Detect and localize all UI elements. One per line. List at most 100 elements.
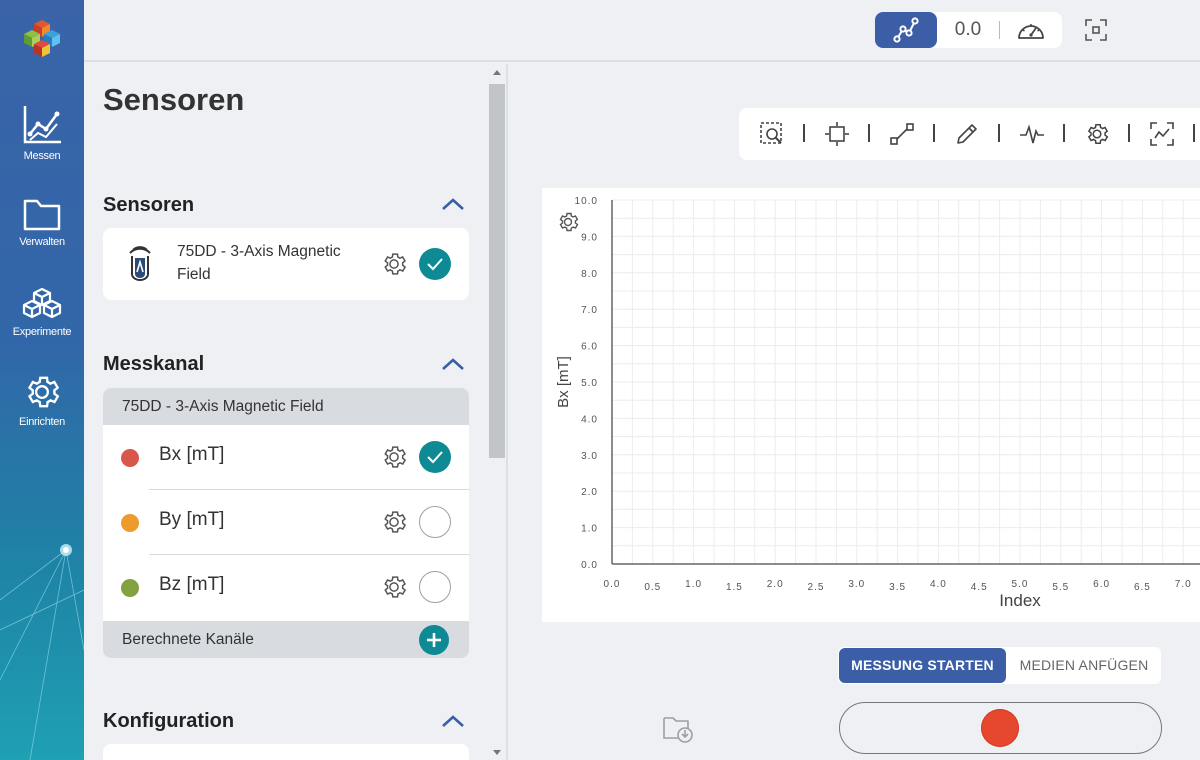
separator [1128, 124, 1130, 142]
separator [1193, 124, 1195, 142]
check-icon [427, 258, 443, 271]
x-tick-label: 0.0 [604, 579, 621, 590]
separator [868, 124, 870, 142]
y-tick-label: 3.0 [581, 451, 598, 462]
fullscreen-icon[interactable] [1084, 18, 1108, 42]
y-tick-label: 5.0 [581, 378, 598, 389]
y-tick-label: 7.0 [581, 305, 598, 316]
signal-analysis-icon[interactable] [1019, 121, 1045, 147]
chart: 0.0 1.0 2.0 3.0 4.0 5.0 6.0 7.0 8.0 9.0 10.0 0.0 0.… [555, 196, 1200, 610]
channel-group-header: 75DD - 3-Axis Magnetic Field [103, 388, 469, 425]
sensor-settings-icon[interactable] [380, 250, 408, 278]
channel-name: By [mT] [159, 509, 225, 530]
sensor-card[interactable]: 75DD - 3-Axis Magnetic Field [103, 228, 469, 300]
gear-icon [27, 376, 60, 408]
channel-row-bx[interactable]: Bx [mT] [103, 425, 469, 490]
chevron-up-icon[interactable] [440, 196, 466, 212]
computed-channels-label: Berechnete Kanäle [122, 631, 254, 648]
chart-toolbar [739, 108, 1200, 160]
x-tick-label: 3.5 [889, 582, 906, 593]
graph-mode-button[interactable] [875, 12, 937, 48]
chart-settings-icon[interactable] [1084, 121, 1110, 147]
x-tick-label: 2.5 [808, 582, 825, 593]
meter-mode-button[interactable] [1000, 12, 1062, 48]
x-tick-label: 7.0 [1175, 579, 1192, 590]
channel-row-bz[interactable]: Bz [mT] [103, 555, 469, 620]
zoom-region-icon[interactable] [759, 121, 785, 147]
chart-area[interactable]: 0.0 1.0 2.0 3.0 4.0 5.0 6.0 7.0 8.0 9.0 10.0 0.0 0.… [542, 188, 1200, 622]
section-title-sensoren: Sensoren [103, 194, 195, 216]
channel-name: Bz [mT] [159, 574, 225, 595]
scroll-thumb[interactable] [489, 84, 505, 458]
check-icon [427, 451, 443, 464]
x-tick-label: 3.0 [848, 579, 865, 590]
y-tick-label: 9.0 [581, 232, 598, 243]
y-tick-label: 0.0 [581, 560, 598, 571]
channel-color-dot [121, 514, 139, 532]
channel-row-by[interactable]: By [mT] [103, 490, 469, 555]
sensor-panel: Sensoren Sensoren 75DD - 3-Axis Magnetic… [84, 64, 508, 760]
x-tick-label: 0.5 [644, 582, 661, 593]
x-tick-label: 2.0 [767, 579, 784, 590]
section-title-konfiguration: Konfiguration [103, 710, 235, 732]
sensor-enabled-checkbox[interactable] [419, 248, 451, 280]
pencil-icon[interactable] [954, 121, 980, 147]
x-tick-label: 6.0 [1093, 579, 1110, 590]
gauge-icon [1018, 24, 1044, 39]
add-computed-channel-button[interactable] [419, 625, 449, 655]
start-measurement-button[interactable]: MESSUNG STARTEN [839, 648, 1006, 683]
channel-checkbox-unchecked[interactable] [419, 571, 451, 603]
digital-value-button[interactable]: 0.0 [937, 12, 999, 48]
attach-media-button[interactable]: MEDIEN ANFÜGEN [1008, 648, 1160, 683]
channel-checkbox-unchecked[interactable] [419, 506, 451, 538]
channel-card: 75DD - 3-Axis Magnetic Field Bx [mT] By … [103, 388, 469, 658]
record-control [839, 702, 1162, 754]
chart-grid [611, 199, 1200, 565]
channel-settings-icon[interactable] [380, 573, 408, 601]
x-tick-label: 5.5 [1052, 582, 1069, 593]
channel-color-dot [121, 579, 139, 597]
separator [1063, 124, 1065, 142]
slope-tool-icon[interactable] [889, 121, 915, 147]
x-axis-label: Index [999, 591, 1041, 610]
nav-item-einrichten[interactable]: Einrichten [0, 372, 84, 428]
channel-checkbox-checked[interactable] [419, 441, 451, 473]
scroll-down-arrow[interactable] [493, 750, 501, 755]
plus-icon [427, 633, 441, 647]
network-decoration [0, 544, 84, 760]
y-tick-label: 10.0 [575, 196, 598, 207]
chevron-up-icon[interactable] [440, 713, 466, 729]
x-tick-label: 4.0 [930, 579, 947, 590]
separator [933, 124, 935, 142]
chevron-up-icon[interactable] [440, 356, 466, 372]
page-title: Sensoren [103, 82, 245, 117]
channel-settings-icon[interactable] [380, 443, 408, 471]
y-axis-ticks: 0.0 1.0 2.0 3.0 4.0 5.0 6.0 7.0 8.0 9.0 10.0 [575, 196, 598, 571]
curve-fit-icon[interactable] [1149, 121, 1175, 147]
x-tick-label: 5.0 [1012, 579, 1029, 590]
separator [803, 124, 805, 142]
y-tick-label: 1.0 [581, 524, 598, 535]
axis-settings-icon[interactable] [556, 210, 580, 234]
main-navigation: Messen Verwalten Experimente Einrichten [0, 0, 84, 760]
folder-icon [23, 199, 61, 231]
nav-item-verwalten[interactable]: Verwalten [0, 196, 84, 248]
autoscale-icon[interactable] [824, 121, 850, 147]
magnetic-sensor-icon [129, 246, 151, 281]
view-mode-group: 0.0 [875, 12, 1062, 48]
line-chart-icon [23, 106, 61, 144]
panel-scrollbar[interactable] [488, 64, 508, 760]
y-tick-label: 8.0 [581, 269, 598, 280]
channel-color-dot [121, 449, 139, 467]
channel-name: Bx [mT] [159, 444, 225, 465]
x-tick-label: 6.5 [1134, 582, 1151, 593]
nav-item-messen[interactable]: Messen [0, 104, 84, 162]
channel-settings-icon[interactable] [380, 508, 408, 536]
record-button[interactable] [981, 709, 1019, 747]
app-logo [24, 20, 60, 57]
nav-item-experimente[interactable]: Experimente [0, 286, 84, 338]
action-buttons: MESSUNG STARTEN MEDIEN ANFÜGEN [838, 647, 1161, 684]
scroll-up-arrow[interactable] [493, 70, 501, 75]
folder-export-icon[interactable] [662, 712, 694, 744]
y-tick-label: 4.0 [581, 414, 598, 425]
